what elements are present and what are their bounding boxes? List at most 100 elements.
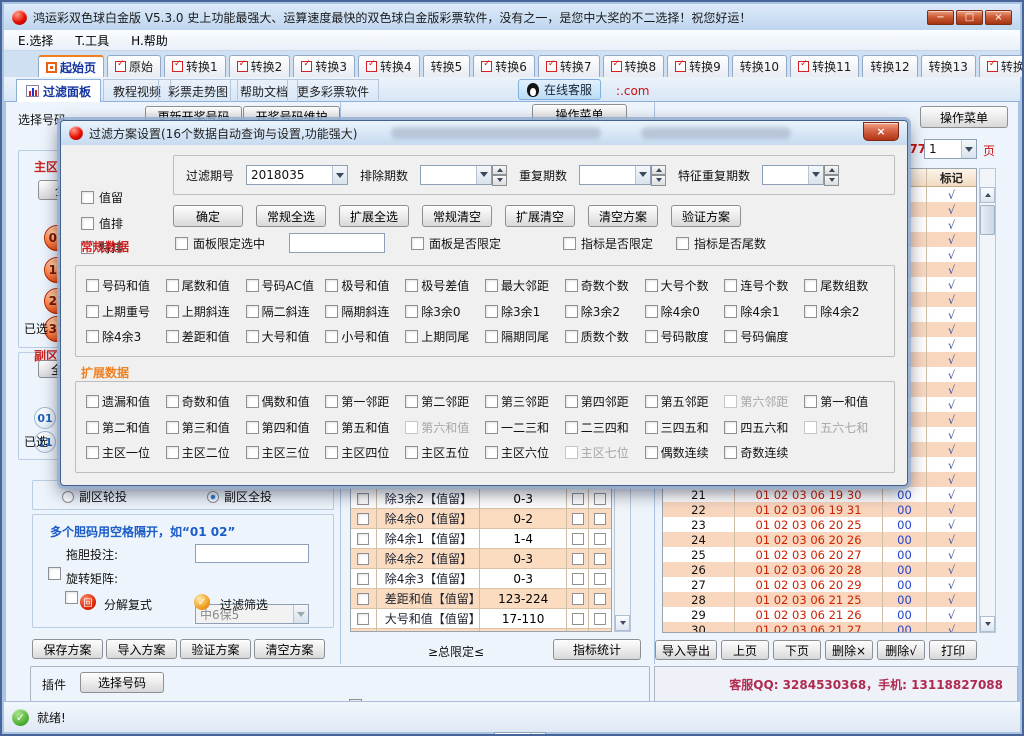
regular-data-checkbox[interactable]: 除3余0 — [405, 303, 485, 320]
criteria-checkbox[interactable] — [357, 493, 369, 505]
panel-limit-checkbox[interactable]: 面板是否限定 — [411, 235, 501, 252]
extended-data-checkbox[interactable]: 第五邻距 — [645, 393, 725, 410]
results-button[interactable]: 下页 — [773, 640, 821, 660]
result-row[interactable]: 24 01 02 03 06 20 26 00 √ — [663, 532, 976, 547]
page-select[interactable]: 1 — [924, 139, 977, 159]
radio-icon[interactable] — [62, 491, 74, 503]
checkbox-icon[interactable] — [804, 305, 817, 318]
conversion-tab[interactable]: 转换14 — [979, 55, 1024, 77]
checkbox-icon[interactable] — [645, 305, 658, 318]
checkbox-icon[interactable] — [81, 191, 94, 204]
criteria-flag2-checkbox[interactable] — [594, 573, 606, 585]
extended-data-checkbox[interactable]: 偶数和值 — [246, 393, 326, 410]
checkbox-icon[interactable] — [166, 330, 179, 343]
extended-data-checkbox[interactable]: 第三和值 — [166, 419, 246, 436]
checkbox-icon[interactable] — [565, 330, 578, 343]
conversion-tab[interactable]: 转换4 — [358, 55, 420, 77]
checkbox-icon[interactable] — [246, 421, 259, 434]
dialog-button[interactable]: 清空方案 — [588, 205, 658, 227]
checkbox-icon[interactable] — [485, 279, 498, 292]
criteria-flag1-checkbox[interactable] — [572, 553, 584, 565]
sub-number-ball[interactable]: 01 — [34, 407, 56, 429]
scheme-button[interactable]: 验证方案 — [180, 639, 251, 659]
regular-data-checkbox[interactable]: 号码散度 — [645, 328, 725, 345]
checkbox-icon[interactable] — [485, 395, 498, 408]
checkbox-icon[interactable] — [325, 421, 338, 434]
extended-data-checkbox[interactable]: 主区五位 — [405, 444, 485, 461]
conversion-tab[interactable]: 转换8 — [603, 55, 665, 77]
extended-data-checkbox[interactable]: 遗漏和值 — [86, 393, 166, 410]
pick-numbers-button[interactable]: 选择号码 — [80, 672, 164, 693]
regular-data-checkbox[interactable]: 质数个数 — [565, 328, 645, 345]
checkbox-icon[interactable] — [325, 330, 338, 343]
scroll-down-icon[interactable] — [615, 615, 630, 631]
regular-data-checkbox[interactable]: 上期重号 — [86, 303, 166, 320]
dropdown-arrow-icon[interactable] — [808, 166, 823, 184]
dropdown-arrow-icon[interactable] — [635, 166, 650, 184]
extended-data-checkbox[interactable]: 第二和值 — [86, 419, 166, 436]
conversion-tab[interactable]: 转换3 — [293, 55, 355, 77]
conversion-tab[interactable]: 转换7 — [538, 55, 600, 77]
regular-data-checkbox[interactable]: 除4余0 — [645, 303, 725, 320]
checkbox-icon[interactable] — [804, 279, 817, 292]
scroll-down-icon[interactable] — [980, 616, 995, 632]
checkbox-icon[interactable] — [86, 446, 99, 459]
extended-data-checkbox[interactable]: 奇数连续 — [724, 444, 804, 461]
extended-data-checkbox[interactable]: 二三四和 — [565, 419, 645, 436]
extended-data-checkbox[interactable]: 偶数连续 — [645, 444, 725, 461]
operation-menu-button-right[interactable]: 操作菜单 — [920, 106, 1008, 128]
regular-data-checkbox[interactable]: 除4余2 — [804, 303, 884, 320]
criteria-row[interactable]: 除3余2【值留】 0-3 — [351, 489, 611, 509]
checkbox-icon[interactable] — [645, 395, 658, 408]
exclude-periods-select[interactable] — [420, 165, 492, 185]
repeat-periods-select[interactable] — [579, 165, 651, 185]
checkbox-icon[interactable] — [724, 446, 737, 459]
checkbox-icon[interactable] — [676, 237, 689, 250]
checkbox-icon[interactable] — [724, 330, 737, 343]
total-limit-max-select[interactable] — [494, 732, 546, 736]
checkbox-icon[interactable] — [325, 279, 338, 292]
conversion-tab[interactable]: 转换9 — [667, 55, 729, 77]
result-row[interactable]: 26 01 02 03 06 20 28 00 √ — [663, 562, 976, 577]
checkbox-icon[interactable] — [86, 395, 99, 408]
criteria-flag2-checkbox[interactable] — [594, 553, 606, 565]
extended-data-checkbox[interactable]: 五六七和 — [804, 419, 884, 436]
conversion-tab[interactable]: 转换10 — [732, 55, 787, 77]
checkbox-icon[interactable] — [86, 421, 99, 434]
decompose-label[interactable]: 分解复式 — [104, 596, 152, 613]
checkbox-icon[interactable] — [175, 237, 188, 250]
checkbox-icon[interactable] — [804, 421, 817, 434]
checkbox-icon[interactable] — [166, 446, 179, 459]
dialog-button[interactable]: 确定 — [173, 205, 243, 227]
regular-data-checkbox[interactable]: 号码偏度 — [724, 328, 804, 345]
checkbox-icon[interactable] — [325, 395, 338, 408]
regular-data-checkbox[interactable]: 极号和值 — [325, 277, 405, 294]
regular-data-checkbox[interactable]: 奇数个数 — [565, 277, 645, 294]
criteria-checkbox[interactable] — [357, 513, 369, 525]
sub-full-radio[interactable]: 副区全投 — [207, 488, 272, 505]
regular-data-checkbox[interactable]: 隔期斜连 — [325, 303, 405, 320]
extended-data-checkbox[interactable]: 第一邻距 — [325, 393, 405, 410]
criteria-flag2-checkbox[interactable] — [594, 513, 606, 525]
criteria-flag1-checkbox[interactable] — [572, 533, 584, 545]
regular-data-checkbox[interactable]: 除3余1 — [485, 303, 565, 320]
scrollbar-thumb[interactable] — [980, 205, 995, 235]
extended-data-checkbox[interactable]: 第五和值 — [325, 419, 405, 436]
extended-data-checkbox[interactable]: 主区四位 — [325, 444, 405, 461]
checkbox-icon[interactable] — [166, 279, 179, 292]
radio-selected-icon[interactable] — [207, 491, 219, 503]
criteria-row[interactable]: 除4余3【值留】 0-3 — [351, 569, 611, 589]
checkbox-icon[interactable] — [325, 305, 338, 318]
dialog-mode-checkbox[interactable]: 值排 — [81, 215, 123, 232]
result-row[interactable]: 29 01 02 03 06 21 26 00 √ — [663, 607, 976, 622]
conversion-tab[interactable]: 转换5 — [423, 55, 471, 77]
maximize-button[interactable]: □ — [956, 10, 983, 25]
rotate-matrix-checkbox[interactable] — [65, 591, 78, 604]
exclude-periods-spinner[interactable] — [492, 165, 507, 186]
result-row[interactable]: 28 01 02 03 06 21 25 00 √ — [663, 592, 976, 607]
panel-select-input[interactable] — [289, 233, 385, 253]
checkbox-icon[interactable] — [246, 446, 259, 459]
close-button[interactable]: × — [985, 10, 1012, 25]
results-button[interactable]: 删除× — [825, 640, 873, 660]
regular-data-checkbox[interactable]: 大号个数 — [645, 277, 725, 294]
